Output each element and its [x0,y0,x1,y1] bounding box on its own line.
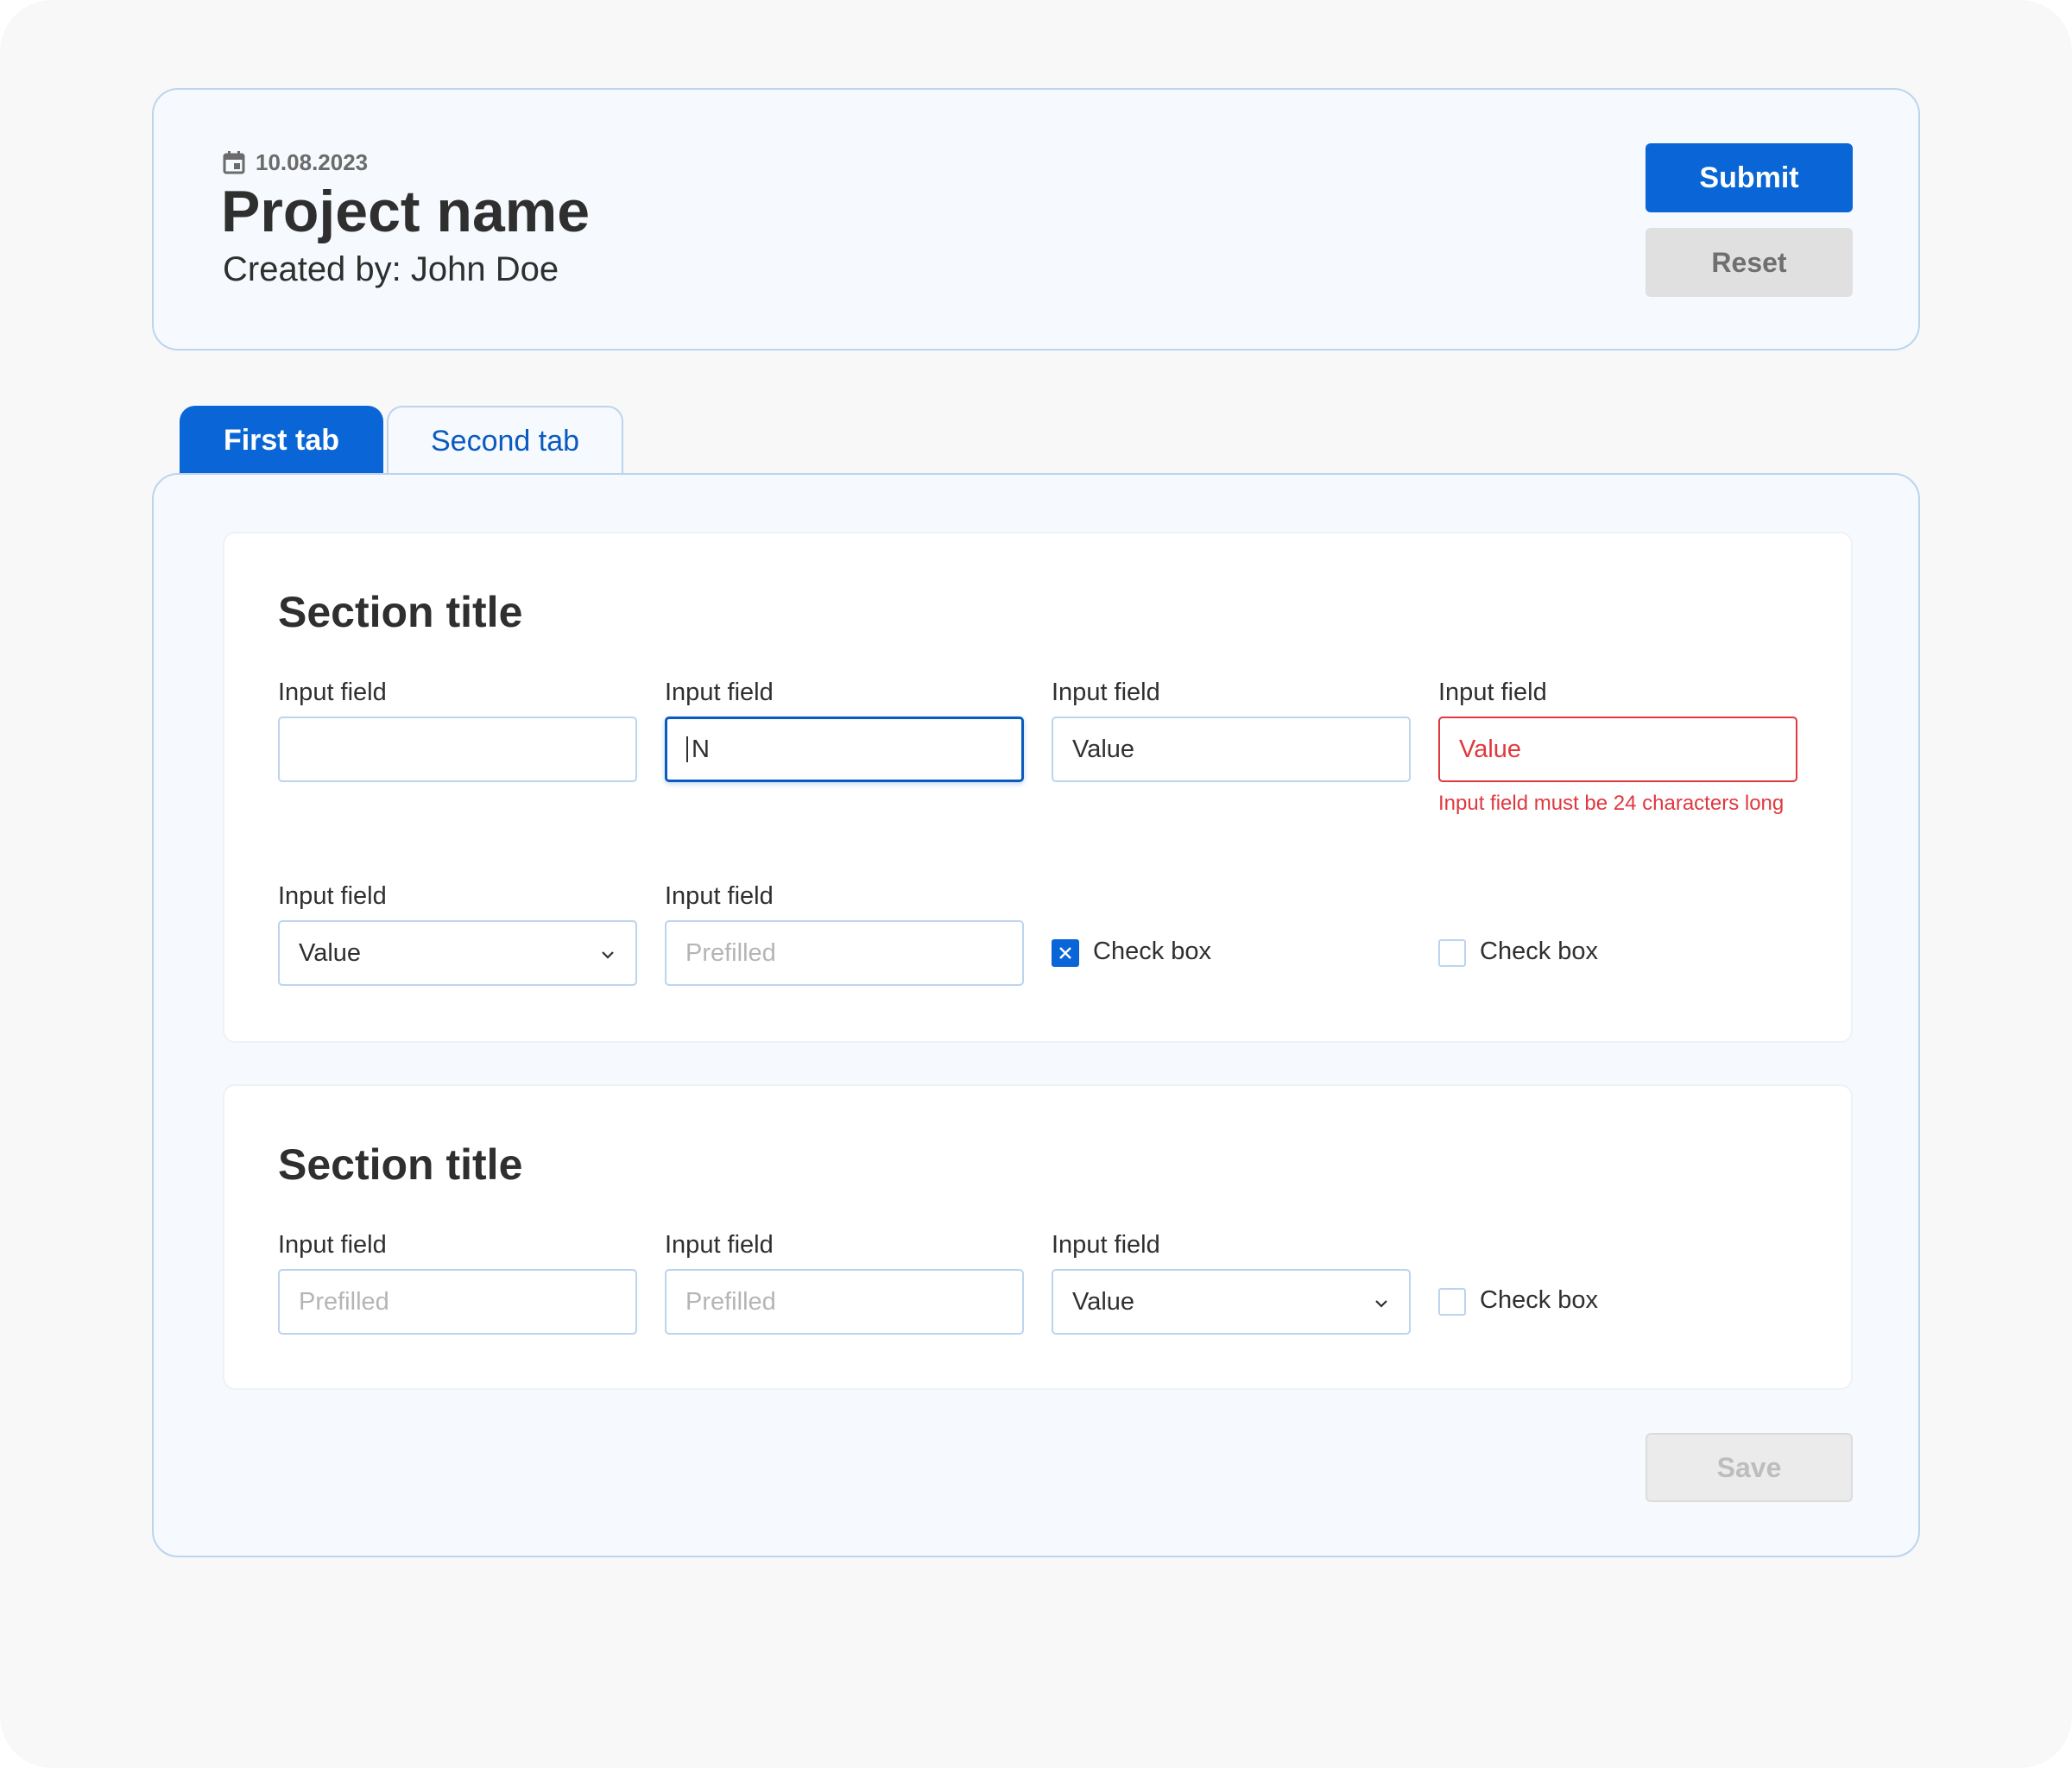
field-label: Input field [665,882,774,910]
checkbox-label: Check box [1480,938,1599,965]
field-label: Input field [278,1231,387,1259]
text-input-error[interactable]: Value [1438,717,1797,782]
field-label: Input field [1438,679,1547,706]
tab-first[interactable]: First tab [180,406,383,475]
text-input[interactable] [278,717,637,782]
checkbox-unchecked[interactable] [1438,939,1466,967]
select-dropdown[interactable]: Value [1052,1269,1411,1335]
form-section-1: Section title Input field Input field N … [223,532,1853,1043]
checkbox-checked[interactable] [1052,939,1079,967]
project-date: 10.08.2023 [256,148,369,175]
checkbox-unchecked[interactable] [1438,1288,1466,1316]
select-dropdown[interactable]: Value [278,920,637,986]
checkbox-label: Check box [1480,1286,1599,1314]
field-label: Input field [1052,679,1160,706]
field-label: Input field [665,679,774,706]
text-caret [686,736,688,762]
field-label: Input field [278,882,387,910]
chevron-down-icon [602,951,614,959]
text-input[interactable]: Value [1052,717,1411,782]
field-label: Input field [665,1231,774,1259]
prefilled-input[interactable]: Prefilled [665,1269,1024,1335]
checkbox-label: Check box [1093,938,1212,965]
date-row: 10.08.2023 [223,145,368,180]
submit-button[interactable]: Submit [1646,143,1853,212]
field-label: Input field [278,679,387,706]
page-background: 10.08.2023 Project name Created by: John… [0,0,2072,1768]
save-button[interactable]: Save [1646,1433,1853,1502]
project-title: Project name [221,179,591,244]
tab-content-panel: Section title Input field Input field N … [152,473,1920,1557]
text-input-focused[interactable]: N [665,717,1024,782]
project-creator: Created by: John Doe [223,250,559,288]
check-x-icon [1059,947,1071,959]
calendar-icon [223,150,245,174]
project-header: 10.08.2023 Project name Created by: John… [152,88,1920,350]
tab-second[interactable]: Second tab [387,406,623,475]
prefilled-input[interactable]: Prefilled [665,920,1024,986]
select-value: Value [299,938,362,967]
chevron-down-icon [1375,1300,1387,1308]
input-value: N [692,735,710,763]
prefilled-input[interactable]: Prefilled [278,1269,637,1335]
section-title: Section title [278,1140,523,1189]
section-title: Section title [278,588,523,636]
form-section-2: Section title Input field Prefilled Inpu… [223,1084,1853,1390]
field-label: Input field [1052,1231,1160,1259]
error-message: Input field must be 24 characters long [1438,792,1785,815]
select-value: Value [1072,1287,1135,1316]
reset-button[interactable]: Reset [1646,228,1853,297]
